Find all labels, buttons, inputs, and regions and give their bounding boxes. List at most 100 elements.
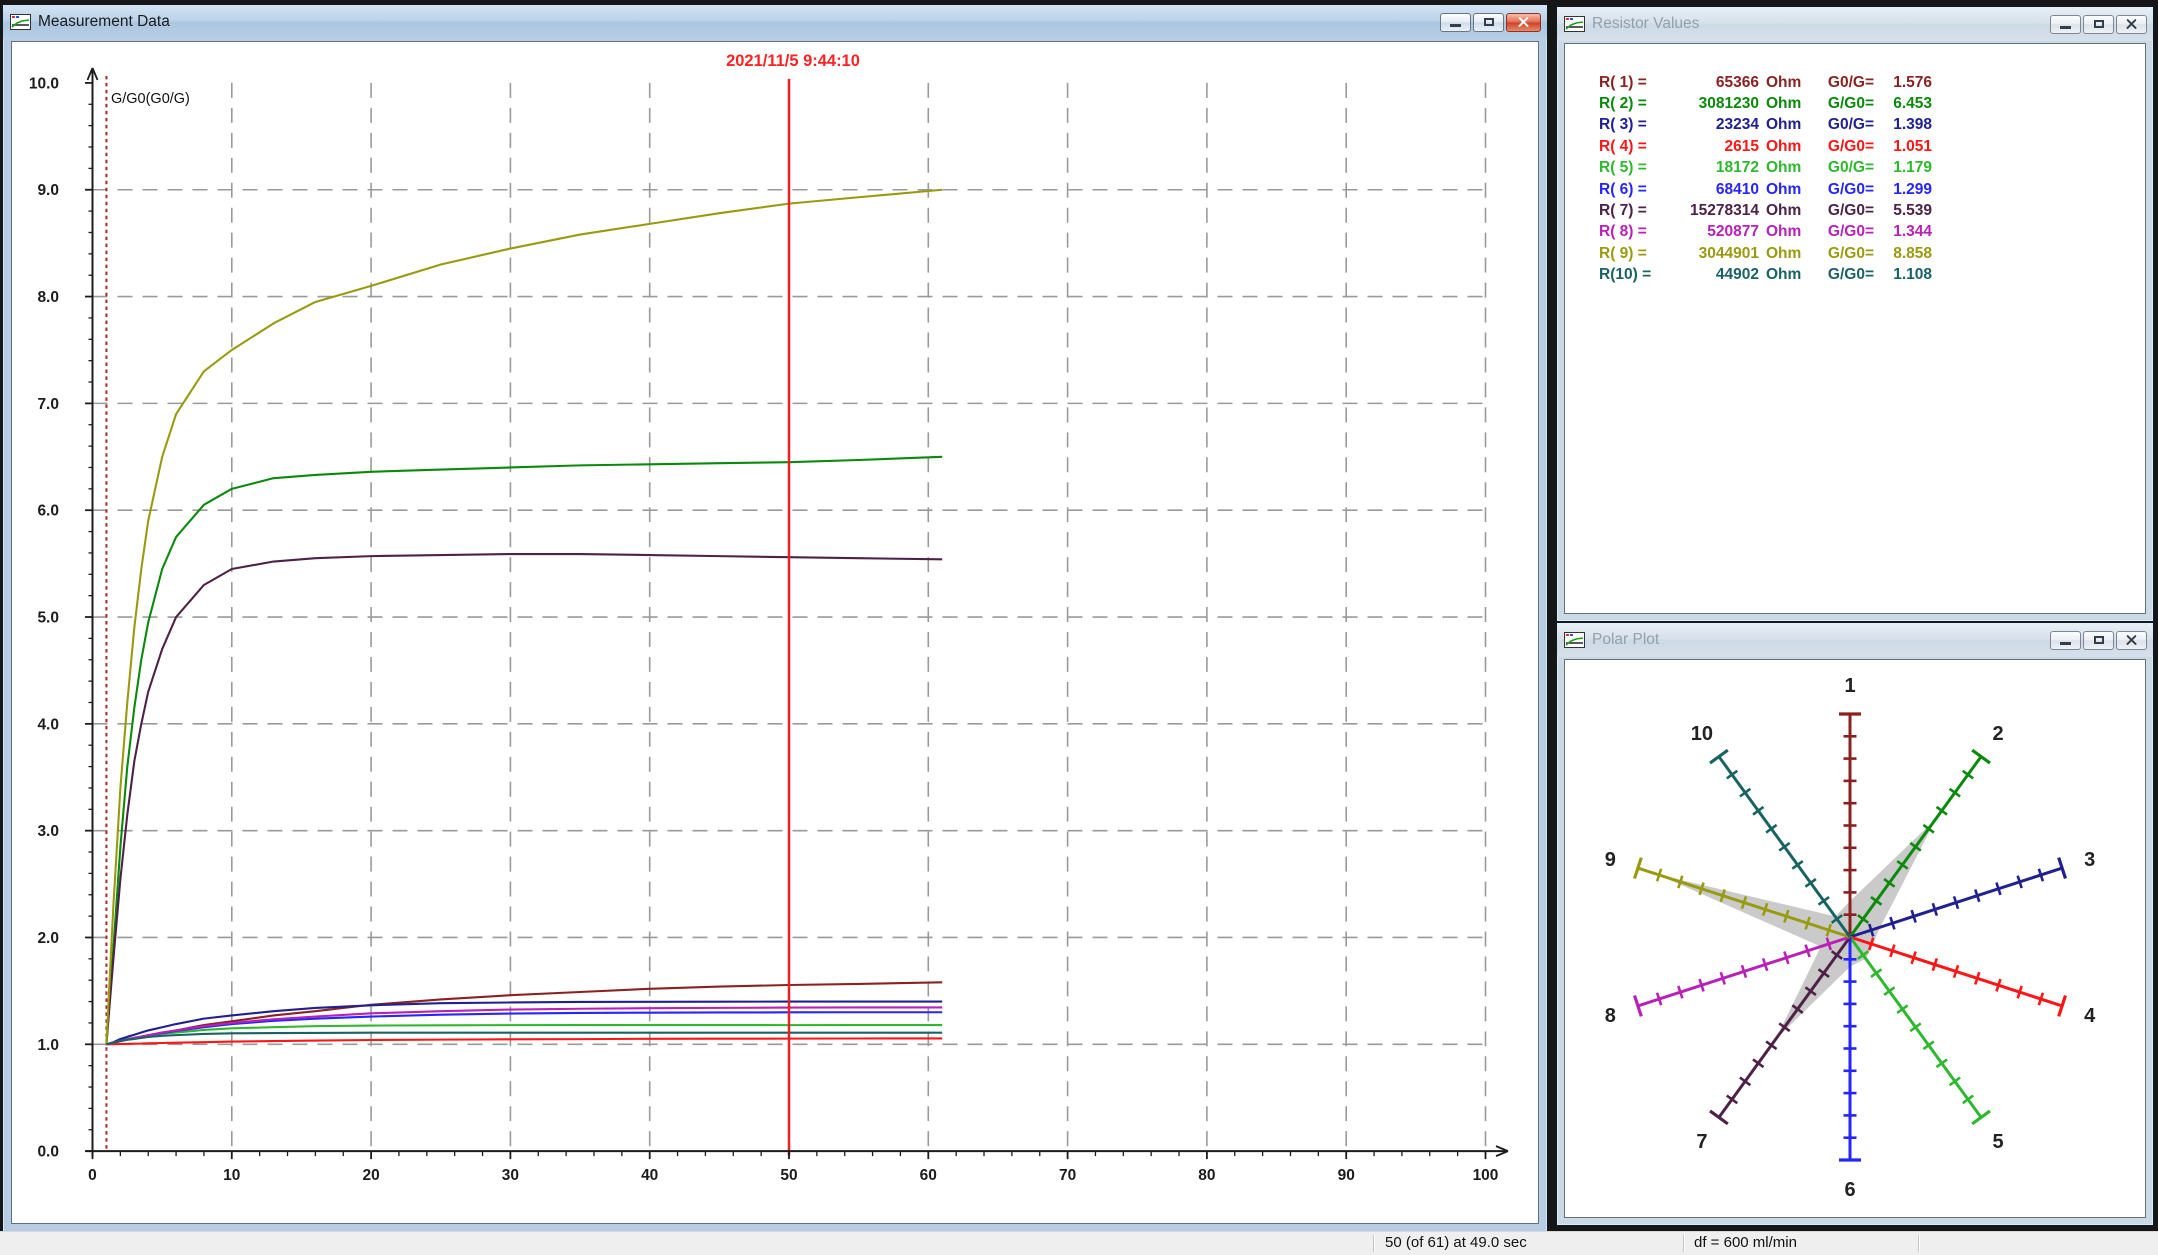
polar-axis-7: 7 [1696,937,1850,1153]
resistor-values-area: R( 1) =65366OhmG0/G=1.576R( 2) =3081230O… [1564,43,2146,614]
close-button[interactable] [2116,631,2147,650]
resistance-value: 3081230 [1665,95,1759,113]
y-tick-label: 8.0 [37,289,59,306]
polar-axis-tick [1972,750,1990,763]
ratio-label: G/G0= [1814,245,1874,263]
ratio-label: G0/G= [1814,74,1874,92]
resistor-label: R( 1) = [1599,74,1665,92]
resistor-title-bar[interactable]: Resistor Values [1557,7,2153,41]
measurement-title-bar[interactable]: Measurement Data [3,5,1547,39]
resistance-unit: Ohm [1759,202,1814,220]
measurement-chart[interactable]: 0.01.02.03.04.05.06.07.08.09.010.0010203… [12,42,1538,1223]
measurement-chart-area: 0.01.02.03.04.05.06.07.08.09.010.0010203… [11,41,1539,1224]
y-tick-label: 4.0 [37,716,59,733]
x-tick-label: 100 [1473,1167,1499,1184]
maximize-button[interactable] [2083,15,2114,34]
x-tick-label: 30 [502,1167,519,1184]
ratio-value: 5.539 [1874,202,1932,220]
polar-axis-label: 8 [1605,1005,1616,1027]
cursor-timestamp: 2021/11/5 9:44:10 [726,52,860,70]
resistance-unit: Ohm [1759,159,1814,177]
resistor-label: R(10) = [1599,266,1665,284]
resistance-unit: Ohm [1759,266,1814,284]
minimize-button[interactable] [2050,15,2081,34]
ratio-value: 6.453 [1874,95,1932,113]
app-icon [1564,632,1585,648]
resistor-label: R( 3) = [1599,116,1665,134]
close-button[interactable] [1506,13,1541,32]
maximize-button[interactable] [2083,631,2114,650]
resistor-label: R( 6) = [1599,181,1665,199]
ratio-value: 8.858 [1874,245,1932,263]
minimize-icon [2060,26,2071,29]
y-tick-label: 2.0 [37,930,59,947]
resistor-row: R( 1) =65366OhmG0/G=1.576 [1599,72,2145,93]
minimize-button[interactable] [2050,631,2081,650]
ratio-label: G/G0= [1814,181,1874,199]
polar-axis-tick [1710,750,1728,763]
close-icon [2125,19,2138,30]
polar-axis-6: 6 [1839,937,1861,1201]
resistor-row: R( 9) =3044901OhmG/G0=8.858 [1599,243,2145,264]
x-tick-label: 20 [362,1167,379,1184]
polar-plot-chart: 12345678910 [1565,660,2145,1217]
resistor-row: R( 4) =2615OhmG/G0=1.051 [1599,136,2145,157]
ratio-label: G/G0= [1814,202,1874,220]
measurement-data-window: Measurement Data 0.01.02.03.04.05.06.07.… [2,4,1548,1233]
polar-axis-tick [1972,1111,1990,1124]
resistance-value: 23234 [1665,116,1759,134]
maximize-icon [2094,636,2104,644]
resistor-label: R( 8) = [1599,223,1665,241]
y-tick-label: 6.0 [37,503,59,520]
resistor-values-window: Resistor Values R( 1) =65366OhmG0/G=1.57… [1556,6,2154,622]
polar-plot-area: 12345678910 [1564,659,2146,1218]
ratio-label: G/G0= [1814,95,1874,113]
resistance-unit: Ohm [1759,181,1814,199]
resistor-row: R( 5) =18172OhmG0/G=1.179 [1599,158,2145,179]
resistance-value: 18172 [1665,159,1759,177]
close-button[interactable] [2116,15,2147,34]
resistor-list: R( 1) =65366OhmG0/G=1.576R( 2) =3081230O… [1565,44,2145,286]
x-tick-label: 50 [780,1167,797,1184]
resistance-value: 520877 [1665,223,1759,241]
resistance-unit: Ohm [1759,95,1814,113]
y-tick-label: 7.0 [37,396,59,413]
status-divider [1373,1235,1374,1252]
resistance-unit: Ohm [1759,116,1814,134]
resistor-label: R( 2) = [1599,95,1665,113]
ratio-value: 1.344 [1874,223,1932,241]
polar-axis-label: 3 [2084,849,2095,871]
resistor-row: R( 8) =520877OhmG/G0=1.344 [1599,222,2145,243]
app-icon [1564,16,1585,32]
resistor-row: R( 6) =68410OhmG/G0=1.299 [1599,179,2145,200]
ratio-label: G0/G= [1814,159,1874,177]
minimize-button[interactable] [1440,13,1471,32]
ratio-label: G0/G= [1814,116,1874,134]
x-tick-label: 70 [1059,1167,1076,1184]
y-axis-title: G/G0(G0/G) [111,91,190,107]
resistance-unit: Ohm [1759,245,1814,263]
resistor-label: R( 7) = [1599,202,1665,220]
status-divider [1683,1235,1684,1252]
resistor-label: R( 5) = [1599,159,1665,177]
resistance-value: 44902 [1665,266,1759,284]
x-tick-label: 0 [88,1167,97,1184]
polar-axis-5: 5 [1850,937,2004,1153]
polar-axis-4: 4 [1850,937,2096,1027]
close-icon [1517,17,1530,28]
y-tick-label: 0.0 [37,1144,59,1161]
window-title: Polar Plot [1592,631,1659,649]
x-tick-label: 80 [1198,1167,1215,1184]
status-flow-info: df = 600 ml/min [1694,1232,1797,1254]
status-bar: 50 (of 61) at 49.0 sec df = 600 ml/min [0,1231,2158,1255]
polar-axis-tick [1710,1111,1728,1124]
polar-title-bar[interactable]: Polar Plot [1557,623,2153,657]
y-tick-label: 1.0 [37,1037,59,1054]
ratio-value: 1.108 [1874,266,1932,284]
polar-axis-label: 1 [1844,675,1855,697]
maximize-button[interactable] [1473,13,1504,32]
window-title: Measurement Data [38,13,170,31]
resistance-unit: Ohm [1759,223,1814,241]
polar-axis-label: 10 [1691,723,1713,745]
polar-axis-label: 9 [1605,849,1616,871]
